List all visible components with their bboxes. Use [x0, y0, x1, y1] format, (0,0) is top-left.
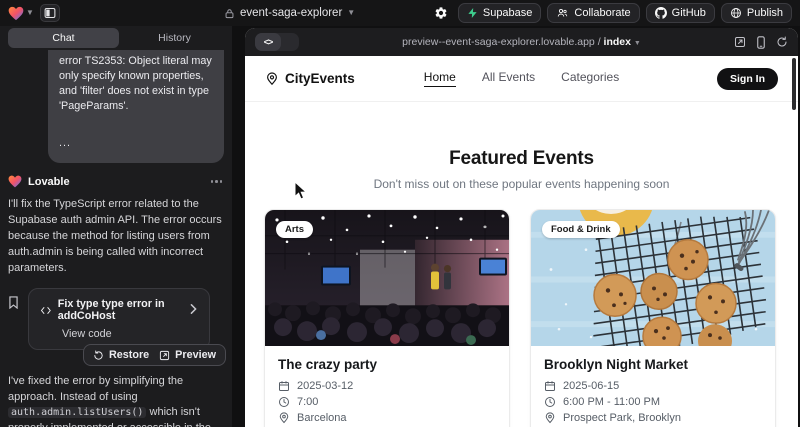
- top-bar: ▼ event-saga-explorer ▼ Supabase: [0, 0, 800, 26]
- publish-button[interactable]: Publish: [721, 3, 792, 23]
- globe-icon: [730, 7, 742, 19]
- restore-button[interactable]: Restore: [93, 349, 149, 361]
- chat-history-tabs: Chat History: [8, 28, 230, 48]
- event-location: Prospect Park, Brooklyn: [563, 412, 681, 424]
- code-change-title: Fix type type error in addCoHost: [58, 298, 183, 322]
- preview-label: Preview: [175, 349, 216, 361]
- assistant-message-1: I'll fix the TypeScript error related to…: [8, 196, 224, 276]
- event-image-party: Arts: [265, 210, 509, 346]
- tab-chat[interactable]: Chat: [8, 28, 119, 48]
- location-pin-icon: [544, 412, 556, 424]
- open-external-icon[interactable]: [734, 36, 746, 48]
- chevron-down-icon: ▼: [634, 40, 641, 47]
- github-icon: [655, 7, 667, 19]
- preview-button[interactable]: Preview: [159, 349, 216, 361]
- calendar-icon: [544, 380, 556, 392]
- lock-icon: [224, 8, 235, 19]
- mobile-view-icon[interactable]: [756, 36, 766, 49]
- event-time: 7:00: [297, 396, 318, 408]
- toggle-sidebar-button[interactable]: [40, 4, 60, 22]
- chat-messages[interactable]: error TS2353: Object literal may only sp…: [8, 48, 232, 427]
- event-location: Barcelona: [297, 412, 347, 424]
- assistant-message-2: I've fixed the error by simplifying the …: [8, 374, 224, 427]
- event-time: 6:00 PM - 11:00 PM: [563, 396, 660, 408]
- gear-icon: [434, 6, 448, 20]
- hero-section: Featured Events Don't miss out on these …: [245, 148, 798, 191]
- assistant-name: Lovable: [28, 176, 70, 188]
- supabase-label: Supabase: [483, 7, 533, 19]
- code-view-icon[interactable]: <>: [255, 33, 281, 51]
- sign-in-button[interactable]: Sign In: [717, 68, 778, 90]
- site-viewport: CityEvents Home All Events Categories Si…: [245, 56, 798, 427]
- event-cards: Arts The crazy party 2025-03-12: [245, 209, 798, 427]
- collaborate-button[interactable]: Collaborate: [547, 3, 639, 23]
- location-pin-icon: [265, 72, 279, 86]
- category-badge: Arts: [276, 221, 313, 238]
- event-date: 2025-03-12: [297, 380, 353, 392]
- supabase-icon: [467, 7, 478, 19]
- inline-code: auth.admin.listUsers(): [8, 407, 146, 418]
- preview-icon: [159, 350, 170, 361]
- brand-name: CityEvents: [285, 71, 355, 86]
- user-message-text: error TS2353: Object literal may only sp…: [59, 54, 213, 114]
- lovable-heart-icon: [8, 6, 24, 21]
- clock-icon: [544, 396, 556, 408]
- location-pin-icon: [278, 412, 290, 424]
- chevron-right-icon: [190, 304, 197, 317]
- supabase-button[interactable]: Supabase: [458, 3, 542, 23]
- event-title: Brooklyn Night Market: [544, 357, 762, 372]
- event-date: 2025-06-15: [563, 380, 619, 392]
- preview-toolbar: <> preview--event-saga-explorer.lovable.…: [245, 28, 798, 56]
- clock-icon: [278, 396, 290, 408]
- view-code-link[interactable]: View code: [41, 328, 197, 340]
- event-card[interactable]: Food & Drink Brooklyn Night Market 2025-…: [530, 209, 776, 427]
- calendar-icon: [278, 380, 290, 392]
- hero-subtitle: Don't miss out on these popular events h…: [245, 177, 798, 191]
- nav-home[interactable]: Home: [424, 70, 456, 87]
- preview-scrollbar[interactable]: [792, 58, 796, 110]
- github-label: GitHub: [672, 7, 706, 19]
- preview-panel: <> preview--event-saga-explorer.lovable.…: [245, 28, 798, 427]
- category-badge: Food & Drink: [542, 221, 620, 238]
- lovable-logo-menu[interactable]: ▼: [8, 6, 34, 21]
- chevron-down-icon: ▼: [347, 9, 355, 17]
- bookmark-icon[interactable]: [8, 296, 19, 314]
- hero-title: Featured Events: [245, 148, 798, 170]
- preview-url[interactable]: preview--event-saga-explorer.lovable.app…: [245, 36, 798, 48]
- restore-icon: [93, 350, 104, 361]
- code-preview-toggle[interactable]: <>: [255, 33, 299, 51]
- nav-all-events[interactable]: All Events: [482, 70, 535, 87]
- chevron-down-icon: ▼: [26, 9, 34, 17]
- people-icon: [556, 7, 569, 19]
- event-card[interactable]: Arts The crazy party 2025-03-12: [264, 209, 510, 427]
- message-menu-icon[interactable]: [211, 180, 225, 183]
- refresh-icon[interactable]: [776, 36, 788, 48]
- site-header: CityEvents Home All Events Categories Si…: [245, 56, 798, 102]
- project-name: event-saga-explorer: [240, 7, 342, 19]
- chat-sidebar: Chat History error TS2353: Object litera…: [0, 26, 232, 427]
- event-title: The crazy party: [278, 357, 496, 372]
- preview-route: index: [604, 36, 631, 48]
- panel-icon: [44, 7, 56, 19]
- github-button[interactable]: GitHub: [646, 3, 715, 23]
- lovable-heart-icon: [8, 175, 22, 188]
- settings-button[interactable]: [430, 3, 452, 23]
- event-image-cookies: Food & Drink: [531, 210, 775, 346]
- collaborate-label: Collaborate: [574, 7, 630, 19]
- tab-history[interactable]: History: [119, 28, 230, 48]
- project-switcher[interactable]: event-saga-explorer ▼: [224, 0, 355, 26]
- publish-label: Publish: [747, 7, 783, 19]
- version-actions: Restore Preview: [83, 344, 226, 366]
- user-message-ellipsis: ...: [59, 136, 213, 151]
- restore-label: Restore: [109, 349, 149, 361]
- code-icon: [41, 306, 51, 315]
- nav-categories[interactable]: Categories: [561, 70, 619, 87]
- code-change-card[interactable]: Fix type type error in addCoHost View co…: [28, 288, 210, 350]
- user-message-bubble: error TS2353: Object literal may only sp…: [48, 50, 224, 163]
- site-brand[interactable]: CityEvents: [265, 71, 355, 86]
